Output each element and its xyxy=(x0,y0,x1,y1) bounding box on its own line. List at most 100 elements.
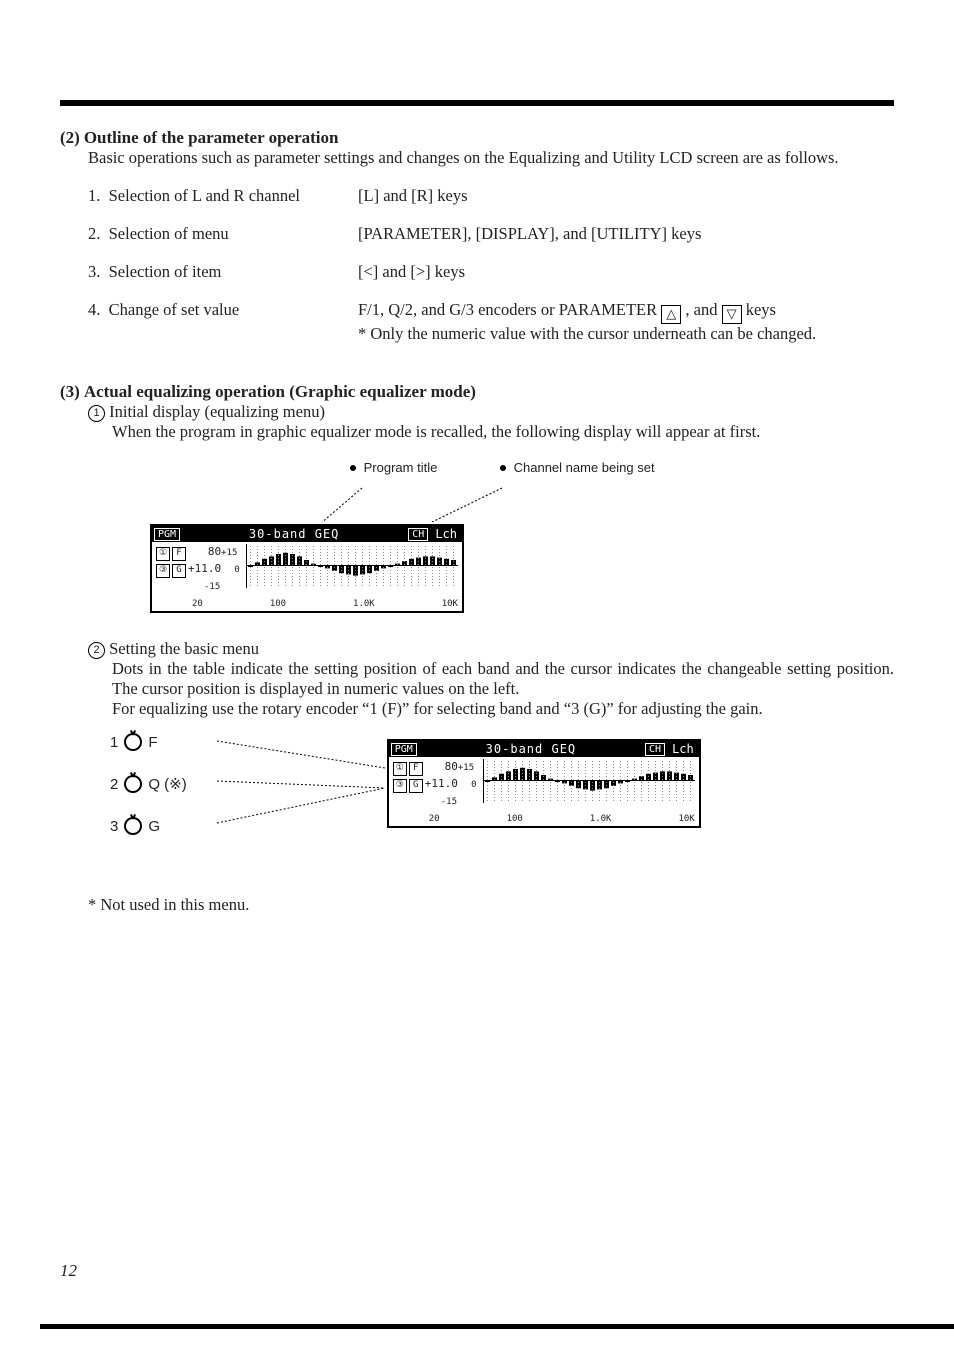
lcd-body: ①F 80+15 ③G+11.0 0 -15 xyxy=(152,542,462,599)
text: F/1, Q/2, and G/3 encoders or PARAMETER xyxy=(358,300,661,319)
section-2-heading: (2) Outline of the parameter operation xyxy=(60,128,894,148)
enc-sym: G xyxy=(148,818,160,835)
geq-bars xyxy=(247,544,457,588)
lcd-screen: PGM 30-band GEQ CH Lch ①F 80+15 ③G+11.0 … xyxy=(150,524,464,613)
tick: 100 xyxy=(507,814,523,824)
knob-icon xyxy=(124,733,142,751)
page-number: 12 xyxy=(60,1261,77,1281)
text: keys xyxy=(746,300,776,319)
encoder-1-label: F xyxy=(172,547,186,561)
row-label: Selection of item xyxy=(109,262,222,281)
step-1-head: 1 Initial display (equalizing menu) xyxy=(88,402,894,422)
tick: 20 xyxy=(429,814,440,824)
pgm-tag: PGM xyxy=(391,743,417,756)
row-desc: [L] and [R] keys xyxy=(358,186,894,206)
row-num: 3. xyxy=(88,262,100,281)
x-ticks: 20 100 1.0K 10K xyxy=(389,814,699,826)
figure-2: 1 F 2 Q (※) 3 G PGM 30-band GEQ xyxy=(60,733,894,859)
encoder-row: 2 Q (※) xyxy=(110,775,187,793)
top-rule xyxy=(60,100,894,106)
encoder-3-icon: ③ xyxy=(156,564,170,578)
row-num: 2. xyxy=(88,224,100,243)
enc-sym: F xyxy=(148,734,157,751)
lcd-body: ①F 80+15 ③G+11.0 0 -15 xyxy=(389,757,699,814)
page: (2) Outline of the parameter operation B… xyxy=(0,0,954,1351)
knob-icon xyxy=(124,775,142,793)
encoder-1-icon: ① xyxy=(393,762,407,776)
callout-label: Channel name being set xyxy=(514,460,655,475)
encoder-row: 1 F xyxy=(110,733,187,751)
row-label: Selection of L and R channel xyxy=(109,186,300,205)
freq-value: 80 xyxy=(208,545,221,558)
param-row-4: 4. Change of set value F/1, Q/2, and G/3… xyxy=(88,300,894,344)
tick: 1.0K xyxy=(353,599,375,609)
circled-number-icon: 2 xyxy=(88,642,105,659)
x-ticks: 20 100 1.0K 10K xyxy=(152,599,462,611)
encoder-row: 3 G xyxy=(110,817,187,835)
triangle-up-icon: △ xyxy=(661,305,681,324)
sec-2-intro: Basic operations such as parameter setti… xyxy=(88,148,894,168)
geq-bars xyxy=(484,759,694,803)
sec-3-num: (3) xyxy=(60,382,80,401)
sec-2-num: (2) xyxy=(60,128,80,147)
lcd-titlebar: PGM 30-band GEQ CH Lch xyxy=(152,526,462,542)
y-top: +15 xyxy=(458,763,474,773)
leader-lines xyxy=(187,733,387,853)
ch-tag: CH xyxy=(408,528,428,541)
sec-3-title: Actual equalizing operation (Graphic equ… xyxy=(84,382,476,401)
bullet-icon xyxy=(350,465,356,471)
step-title: Initial display (equalizing menu) xyxy=(109,402,325,421)
param-row-3: 3. Selection of item [<] and [>] keys xyxy=(88,262,894,282)
encoder-3-label: G xyxy=(172,564,186,578)
geq-graph xyxy=(483,759,695,803)
tick: 1.0K xyxy=(590,814,612,824)
gain-value: +11.0 xyxy=(188,562,221,575)
enc-sym: Q (※) xyxy=(148,775,186,793)
ch-tag: CH xyxy=(645,743,665,756)
note: * Only the numeric value with the cursor… xyxy=(358,324,816,343)
row-label: Change of set value xyxy=(109,300,240,319)
y-bot: -15 xyxy=(441,797,457,807)
geq-graph xyxy=(246,544,458,588)
enc-num: 3 xyxy=(110,818,118,835)
lcd-title: 30-band GEQ xyxy=(184,527,404,541)
y-bot: -15 xyxy=(204,582,220,592)
lcd-titlebar: PGM 30-band GEQ CH Lch xyxy=(389,741,699,757)
encoder-list: 1 F 2 Q (※) 3 G xyxy=(110,733,187,859)
step-1-body: When the program in graphic equalizer mo… xyxy=(112,422,894,442)
enc-num: 1 xyxy=(110,734,118,751)
lcd-screen: PGM 30-band GEQ CH Lch ①F 80+15 ③G+11.0 … xyxy=(387,739,701,828)
ch-name: Lch xyxy=(432,527,460,541)
tick: 100 xyxy=(270,599,286,609)
y-mid: 0 xyxy=(234,565,239,575)
encoder-1-label: F xyxy=(409,762,423,776)
param-row-2: 2. Selection of menu [PARAMETER], [DISPL… xyxy=(88,224,894,244)
callout-label: Program title xyxy=(364,460,438,475)
section-3-heading: (3) Actual equalizing operation (Graphic… xyxy=(60,382,894,402)
row-desc: F/1, Q/2, and G/3 encoders or PARAMETER … xyxy=(358,300,894,344)
lcd-left-readout: ①F 80+15 ③G+11.0 0 -15 xyxy=(393,759,477,810)
row-desc: [<] and [>] keys xyxy=(358,262,894,282)
tick: 10K xyxy=(442,599,458,609)
sec-2-title: Outline of the parameter operation xyxy=(84,128,339,147)
lcd-title: 30-band GEQ xyxy=(421,742,641,756)
param-row-1: 1. Selection of L and R channel [L] and … xyxy=(88,186,894,206)
encoder-3-label: G xyxy=(409,779,423,793)
text: , and xyxy=(685,300,721,319)
circled-number-icon: 1 xyxy=(88,405,105,422)
knob-icon xyxy=(124,817,142,835)
footnote: * Not used in this menu. xyxy=(88,895,894,915)
encoder-3-icon: ③ xyxy=(393,779,407,793)
row-desc: [PARAMETER], [DISPLAY], and [UTILITY] ke… xyxy=(358,224,894,244)
enc-num: 2 xyxy=(110,776,118,793)
encoder-1-icon: ① xyxy=(156,547,170,561)
bottom-rule xyxy=(40,1324,954,1329)
leader-lines xyxy=(150,482,610,522)
y-top: +15 xyxy=(221,548,237,558)
gain-value: +11.0 xyxy=(425,777,458,790)
lcd-figure-1: Program title Channel name being set PGM… xyxy=(150,460,894,613)
bullet-icon xyxy=(500,465,506,471)
row-num: 4. xyxy=(88,300,100,319)
tick: 20 xyxy=(192,599,203,609)
ch-name: Lch xyxy=(669,742,697,756)
